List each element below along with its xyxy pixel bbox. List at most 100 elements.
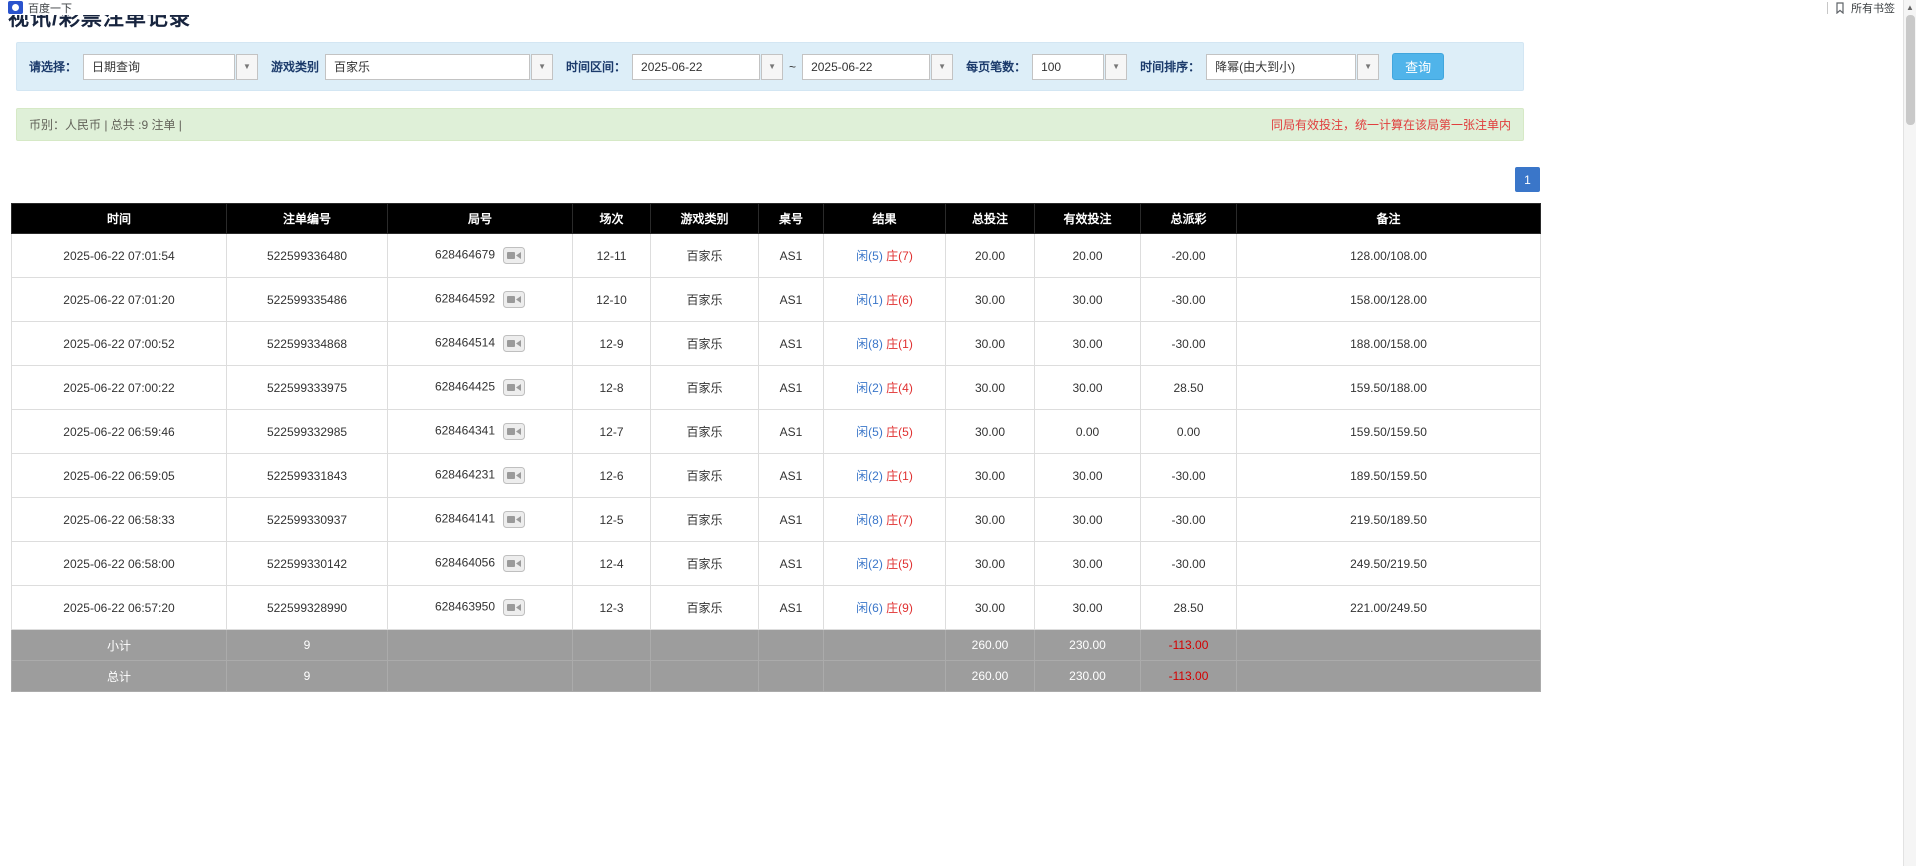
bet-time: 2025-06-22 07:01:54: [12, 234, 227, 278]
round-id: 628464341: [435, 424, 495, 438]
all-bookmarks-label: 所有书签: [1851, 0, 1895, 16]
note: 221.00/249.50: [1237, 586, 1541, 630]
round-video-icon[interactable]: [503, 335, 525, 352]
round-video-icon[interactable]: [503, 291, 525, 308]
total-bet-link[interactable]: 30.00: [946, 542, 1035, 586]
subtotal-valid-bet: 230.00: [1035, 630, 1141, 661]
round-video-icon[interactable]: [503, 467, 525, 484]
date-from-value[interactable]: 2025-06-22: [632, 54, 760, 80]
bet-id: 522599330937: [227, 498, 388, 542]
subtotal-row: 小计 9 260.00 230.00 -113.00: [12, 630, 1541, 661]
total-bet-link[interactable]: 30.00: [946, 410, 1035, 454]
total-bet-link[interactable]: 30.00: [946, 366, 1035, 410]
round-video-icon[interactable]: [503, 555, 525, 572]
table-number: AS1: [759, 454, 824, 498]
round-id: 628464514: [435, 336, 495, 350]
bet-id: 522599330142: [227, 542, 388, 586]
session-number: 12-6: [573, 454, 651, 498]
scrollbar-thumb[interactable]: [1906, 15, 1915, 125]
valid-bet: 30.00: [1035, 322, 1141, 366]
note: 159.50/188.00: [1237, 366, 1541, 410]
bet-id: 522599336480: [227, 234, 388, 278]
game-category-select[interactable]: 百家乐 ▼: [325, 54, 553, 80]
total-bet-link[interactable]: 30.00: [946, 586, 1035, 630]
total-row: 总计 9 260.00 230.00 -113.00: [12, 661, 1541, 692]
game-category: 百家乐: [651, 410, 759, 454]
chevron-down-icon[interactable]: ▼: [761, 54, 783, 80]
column-header: 有效投注: [1035, 204, 1141, 234]
table-body: 2025-06-22 07:01:54 522599336480 6284646…: [12, 234, 1541, 630]
round-cell: 628464341: [388, 410, 573, 454]
chevron-down-icon[interactable]: ▼: [931, 54, 953, 80]
vertical-scrollbar[interactable]: ▲: [1903, 0, 1916, 866]
total-bet-link[interactable]: 30.00: [946, 498, 1035, 542]
subtotal-label: 小计: [12, 630, 227, 661]
total-bet-link[interactable]: 30.00: [946, 454, 1035, 498]
round-video-icon[interactable]: [503, 423, 525, 440]
total-bet-link[interactable]: 20.00: [946, 234, 1035, 278]
filter-bar: 请选择： 日期查询 ▼ 游戏类别 百家乐 ▼ 时间区间： 2025-06-22 …: [16, 42, 1524, 91]
query-type-value[interactable]: 日期查询: [83, 54, 235, 80]
game-category: 百家乐: [651, 454, 759, 498]
subtotal-count: 9: [227, 630, 388, 661]
per-page-select[interactable]: 100 ▼: [1032, 54, 1127, 80]
column-header: 时间: [12, 204, 227, 234]
banker-result: 庄(6): [886, 293, 913, 307]
note: 128.00/108.00: [1237, 234, 1541, 278]
game-category-value[interactable]: 百家乐: [325, 54, 530, 80]
per-page-value[interactable]: 100: [1032, 54, 1104, 80]
banker-result: 庄(1): [886, 469, 913, 483]
chevron-down-icon[interactable]: ▼: [531, 54, 553, 80]
column-header: 场次: [573, 204, 651, 234]
date-from-select[interactable]: 2025-06-22 ▼: [632, 54, 783, 80]
round-cell: 628464056: [388, 542, 573, 586]
total-bet-link[interactable]: 30.00: [946, 278, 1035, 322]
payout: 28.50: [1141, 586, 1237, 630]
date-to-value[interactable]: 2025-06-22: [802, 54, 930, 80]
banker-result: 庄(7): [886, 513, 913, 527]
round-video-icon[interactable]: [503, 599, 525, 616]
search-button[interactable]: 查询: [1392, 53, 1444, 80]
bet-time: 2025-06-22 07:00:52: [12, 322, 227, 366]
result-cell: 闲(2) 庄(1): [824, 454, 946, 498]
total-bet-link[interactable]: 30.00: [946, 322, 1035, 366]
query-type-select[interactable]: 日期查询 ▼: [83, 54, 258, 80]
round-video-icon[interactable]: [503, 379, 525, 396]
payout: 0.00: [1141, 410, 1237, 454]
payout: -30.00: [1141, 454, 1237, 498]
round-video-icon[interactable]: [503, 247, 525, 264]
scroll-up-arrow-icon[interactable]: ▲: [1904, 0, 1916, 14]
chevron-down-icon[interactable]: ▼: [236, 54, 258, 80]
query-type-label: 请选择：: [29, 58, 77, 75]
banker-result: 庄(1): [886, 337, 913, 351]
valid-bet: 30.00: [1035, 586, 1141, 630]
column-header: 游戏类别: [651, 204, 759, 234]
sort-order-select[interactable]: 降幂(由大到小) ▼: [1206, 54, 1379, 80]
result-cell: 闲(8) 庄(7): [824, 498, 946, 542]
valid-bet: 30.00: [1035, 542, 1141, 586]
session-number: 12-10: [573, 278, 651, 322]
note: 159.50/159.50: [1237, 410, 1541, 454]
bookmark-item-baidu[interactable]: 百度一下: [0, 0, 72, 16]
total-payout: -113.00: [1141, 661, 1237, 692]
baidu-favicon-icon: [8, 1, 23, 14]
valid-bet: 20.00: [1035, 234, 1141, 278]
sort-order-value[interactable]: 降幂(由大到小): [1206, 54, 1356, 80]
game-category: 百家乐: [651, 278, 759, 322]
date-to-select[interactable]: 2025-06-22 ▼: [802, 54, 953, 80]
round-video-icon[interactable]: [503, 511, 525, 528]
table-row: 2025-06-22 06:58:33 522599330937 6284641…: [12, 498, 1541, 542]
bet-id: 522599333975: [227, 366, 388, 410]
all-bookmarks-button[interactable]: 所有书签: [1834, 0, 1895, 16]
table-row: 2025-06-22 07:00:22 522599333975 6284644…: [12, 366, 1541, 410]
chevron-down-icon[interactable]: ▼: [1105, 54, 1127, 80]
page-button-1[interactable]: 1: [1515, 167, 1540, 192]
table-number: AS1: [759, 366, 824, 410]
result-cell: 闲(2) 庄(5): [824, 542, 946, 586]
valid-bet: 30.00: [1035, 454, 1141, 498]
note: 219.50/189.50: [1237, 498, 1541, 542]
game-category: 百家乐: [651, 366, 759, 410]
chevron-down-icon[interactable]: ▼: [1357, 54, 1379, 80]
subtotal-total-bet: 260.00: [946, 630, 1035, 661]
note: 188.00/158.00: [1237, 322, 1541, 366]
